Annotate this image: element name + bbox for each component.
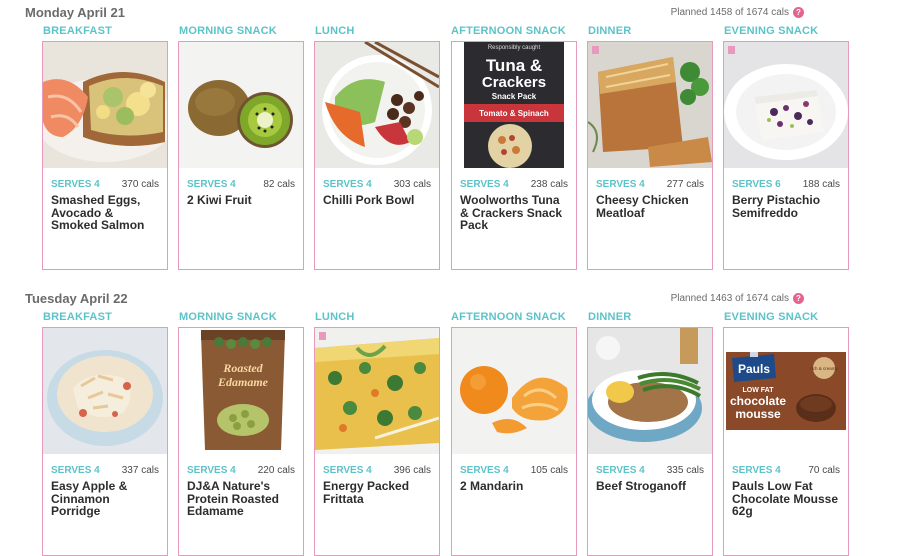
meal-image-chilli-pork-bowl — [315, 42, 439, 168]
calories-label: 303 cals — [393, 179, 431, 190]
meal-card[interactable]: SERVES 4 335 cals Beef Stroganoff — [587, 327, 713, 556]
slot-label-lunch: LUNCH — [315, 311, 355, 323]
meal-image-smashed-eggs — [43, 42, 167, 168]
pack-brand: Pauls — [738, 362, 770, 376]
serves-label: SERVES 4 — [460, 179, 509, 190]
meal-title: Cheesy Chicken Meatloaf — [596, 193, 689, 220]
meal-image-chocolate-mousse: Pauls LOW FAT chocolate mousse rich & cr… — [724, 328, 848, 454]
pack-line2: chocolate — [730, 394, 786, 408]
help-icon[interactable]: ? — [793, 7, 804, 18]
meal-image-berry-semifreddo — [724, 42, 848, 168]
pack-flavour: Tomato & Spinach — [479, 109, 549, 118]
meal-card[interactable]: SERVES 4 396 cals Energy Packed Frittata — [314, 327, 440, 556]
help-icon[interactable]: ? — [793, 293, 804, 304]
meal-image-tuna-crackers: Responsibly caught Tuna & Crackers Snack… — [452, 42, 576, 168]
meal-image-apple-porridge — [43, 328, 167, 454]
pack-line1: Roasted — [222, 361, 263, 375]
slot-label-dinner: DINNER — [588, 311, 632, 323]
meal-title: 2 Mandarin — [460, 479, 524, 493]
meal-card[interactable]: SERVES 4 277 cals Cheesy Chicken Meatloa… — [587, 41, 713, 270]
serves-label: SERVES 4 — [732, 465, 781, 476]
meal-title: Berry Pistachio Semifreddo — [732, 193, 821, 220]
meal-card[interactable]: SERVES 4 82 cals 2 Kiwi Fruit — [178, 41, 304, 270]
calories-label: 82 cals — [263, 179, 295, 190]
planned-calories-text: Planned 1458 of 1674 cals — [670, 7, 789, 18]
calories-label: 70 cals — [808, 465, 840, 476]
day-title: Monday April 21 — [25, 5, 125, 20]
pack-line2: Crackers — [482, 74, 546, 91]
meal-title: Easy Apple & Cinnamon Porridge — [51, 479, 128, 518]
serves-label: SERVES 4 — [323, 465, 372, 476]
meal-image-mandarins — [452, 328, 576, 454]
calories-label: 105 cals — [530, 465, 568, 476]
pack-line3: mousse — [735, 407, 781, 421]
calories-label: 335 cals — [666, 465, 704, 476]
meal-card[interactable]: SERVES 4 105 cals 2 Mandarin — [451, 327, 577, 556]
meal-card[interactable]: SERVES 6 188 cals Berry Pistachio Semifr… — [723, 41, 849, 270]
day-section: Monday April 21 Planned 1458 of 1674 cal… — [0, 5, 900, 275]
day-title: Tuesday April 22 — [25, 291, 128, 306]
meal-image-kiwi — [179, 42, 303, 168]
day-section: Tuesday April 22 Planned 1463 of 1674 ca… — [0, 291, 900, 556]
slot-label-morning-snack: MORNING SNACK — [179, 311, 277, 323]
slot-label-afternoon-snack: AFTERNOON SNACK — [451, 311, 566, 323]
meal-title: Pauls Low Fat Chocolate Mousse 62g — [732, 479, 839, 518]
calories-label: 337 cals — [121, 465, 159, 476]
meal-title: Beef Stroganoff — [596, 479, 686, 493]
meal-card[interactable]: SERVES 4 370 cals Smashed Eggs, Avocado … — [42, 41, 168, 270]
meal-image-frittata — [315, 328, 439, 454]
serves-label: SERVES 4 — [51, 465, 100, 476]
serves-label: SERVES 4 — [51, 179, 100, 190]
meal-title: 2 Kiwi Fruit — [187, 193, 252, 207]
meal-title: DJ&A Nature's Protein Roasted Edamame — [187, 479, 280, 518]
meal-card[interactable]: SERVES 4 337 cals Easy Apple & Cinnamon … — [42, 327, 168, 556]
slot-label-breakfast: BREAKFAST — [43, 311, 113, 323]
serves-label: SERVES 4 — [596, 465, 645, 476]
calories-label: 370 cals — [121, 179, 159, 190]
meal-title: Woolworths Tuna & Crackers Snack Pack — [460, 193, 563, 232]
meal-card[interactable]: Roasted Edamame SERVES 4 220 cals DJ&A N… — [178, 327, 304, 556]
serves-label: SERVES 6 — [732, 179, 781, 190]
planned-calories: Planned 1458 of 1674 cals ? — [671, 7, 804, 18]
meal-card[interactable]: Pauls LOW FAT chocolate mousse rich & cr… — [723, 327, 849, 556]
calories-label: 188 cals — [802, 179, 840, 190]
meal-card[interactable]: Responsibly caught Tuna & Crackers Snack… — [451, 41, 577, 270]
calories-label: 220 cals — [257, 465, 295, 476]
slot-label-breakfast: BREAKFAST — [43, 25, 113, 37]
meal-image-chicken-meatloaf — [588, 42, 712, 168]
slot-label-morning-snack: MORNING SNACK — [179, 25, 277, 37]
slot-label-afternoon-snack: AFTERNOON SNACK — [451, 25, 566, 37]
meal-image-roasted-edamame: Roasted Edamame — [179, 328, 303, 454]
planned-calories-text: Planned 1463 of 1674 cals — [670, 293, 789, 304]
pack-tag: rich & creamy — [810, 366, 838, 371]
meal-title: Chilli Pork Bowl — [323, 193, 415, 207]
pack-line3: Snack Pack — [492, 92, 537, 101]
serves-label: SERVES 4 — [460, 465, 509, 476]
meal-image-beef-stroganoff — [588, 328, 712, 454]
meal-title: Smashed Eggs, Avocado & Smoked Salmon — [51, 193, 145, 232]
slot-label-lunch: LUNCH — [315, 25, 355, 37]
serves-label: SERVES 4 — [187, 179, 236, 190]
meal-card[interactable]: SERVES 4 303 cals Chilli Pork Bowl — [314, 41, 440, 270]
slot-label-dinner: DINNER — [588, 25, 632, 37]
calories-label: 277 cals — [666, 179, 704, 190]
serves-label: SERVES 4 — [596, 179, 645, 190]
slot-label-evening-snack: EVENING SNACK — [724, 311, 819, 323]
slot-label-evening-snack: EVENING SNACK — [724, 25, 819, 37]
planned-calories: Planned 1463 of 1674 cals ? — [671, 293, 804, 304]
pack-line2: Edamame — [217, 375, 269, 389]
calories-label: 396 cals — [393, 465, 431, 476]
pack-top-text: Responsibly caught — [488, 45, 541, 51]
pack-line1: LOW FAT — [743, 387, 775, 394]
pack-line1: Tuna & — [486, 56, 542, 75]
meal-title: Energy Packed Frittata — [323, 479, 410, 506]
serves-label: SERVES 4 — [187, 465, 236, 476]
serves-label: SERVES 4 — [323, 179, 372, 190]
calories-label: 238 cals — [530, 179, 568, 190]
